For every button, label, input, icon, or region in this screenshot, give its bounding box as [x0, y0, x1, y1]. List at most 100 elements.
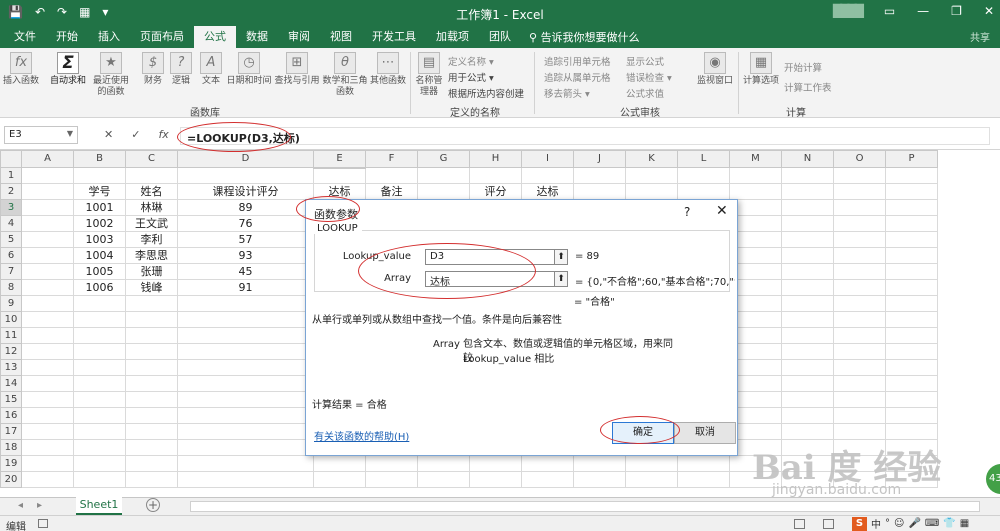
cell[interactable] [521, 455, 574, 472]
cell[interactable] [885, 199, 938, 216]
cell[interactable] [21, 263, 74, 280]
tell-me-box[interactable]: ⚲ 告诉我你想要做什么 [529, 27, 640, 48]
cell[interactable]: 李利 [125, 231, 178, 248]
cell[interactable]: 李思思 [125, 247, 178, 264]
cell[interactable] [73, 375, 126, 392]
cell[interactable] [677, 183, 730, 200]
page-layout-view-icon[interactable] [823, 519, 834, 529]
cell[interactable] [73, 407, 126, 424]
cell[interactable] [781, 231, 834, 248]
cell[interactable] [125, 327, 178, 344]
cell[interactable] [885, 343, 938, 360]
row-header[interactable]: 20 [0, 471, 22, 488]
row-header[interactable]: 16 [0, 407, 22, 424]
cell[interactable]: 91 [177, 279, 314, 296]
column-header[interactable]: H [469, 150, 522, 168]
column-header[interactable]: L [677, 150, 730, 168]
cell[interactable]: 89 [177, 199, 314, 216]
column-header[interactable]: E [313, 150, 366, 169]
cell[interactable]: 1001 [73, 199, 126, 216]
cell[interactable] [573, 183, 626, 200]
cell[interactable] [833, 423, 886, 440]
cell[interactable] [729, 183, 782, 200]
cell[interactable] [125, 295, 178, 312]
cell[interactable] [781, 279, 834, 296]
cell[interactable] [125, 359, 178, 376]
cell[interactable] [73, 327, 126, 344]
cell[interactable]: 林琳 [125, 199, 178, 216]
restore-icon[interactable]: ❐ [951, 4, 962, 18]
cell[interactable] [677, 167, 730, 184]
cell[interactable] [21, 423, 74, 440]
cell[interactable] [677, 471, 730, 488]
row-header[interactable]: 6 [0, 247, 22, 264]
close-window-icon[interactable]: ✕ [984, 4, 994, 18]
cell[interactable] [125, 167, 178, 184]
cell[interactable] [469, 471, 522, 488]
emoji-icon[interactable]: ☺ [894, 518, 904, 529]
cell[interactable] [177, 455, 314, 472]
row-header[interactable]: 19 [0, 455, 22, 472]
cell[interactable]: 1002 [73, 215, 126, 232]
define-name-button[interactable]: 定义名称 ▾ [448, 54, 494, 68]
calculate-now-button[interactable]: 开始计算 [784, 60, 822, 74]
cancel-button[interactable]: 取消 [674, 422, 736, 444]
column-header[interactable]: C [125, 150, 178, 168]
cell[interactable] [625, 167, 678, 184]
cell[interactable] [781, 343, 834, 360]
cell[interactable] [73, 423, 126, 440]
cell[interactable] [125, 343, 178, 360]
cell[interactable] [625, 471, 678, 488]
cell[interactable]: 57 [177, 231, 314, 248]
cell[interactable] [125, 455, 178, 472]
cell[interactable] [781, 311, 834, 328]
cell[interactable] [21, 247, 74, 264]
calculate-sheet-button[interactable]: 计算工作表 [784, 80, 832, 94]
cell[interactable] [885, 247, 938, 264]
cell[interactable] [781, 215, 834, 232]
cell[interactable] [781, 167, 834, 184]
column-header[interactable]: B [73, 150, 126, 168]
cell[interactable] [177, 471, 314, 488]
trace-dependents-button[interactable]: 追踪从属单元格 [544, 70, 611, 84]
cell[interactable]: 评分 [469, 183, 522, 200]
cell[interactable]: 姓名 [125, 183, 178, 200]
skin-icon[interactable]: 👕 [943, 518, 955, 529]
cell[interactable] [885, 167, 938, 184]
tab-formulas[interactable]: 公式 [194, 26, 236, 48]
autosum-button[interactable]: Σ 自动求和 [48, 52, 88, 87]
toolbox-icon[interactable]: ▦ [960, 518, 969, 529]
cell[interactable] [833, 263, 886, 280]
ime-chinese[interactable]: 中 [871, 516, 881, 531]
cell[interactable] [885, 375, 938, 392]
watch-window-button[interactable]: ◉ 监视窗口 [696, 52, 734, 87]
cell[interactable] [885, 407, 938, 424]
cell[interactable] [125, 311, 178, 328]
undo-icon[interactable]: ↶ [35, 5, 45, 19]
use-in-formula-button[interactable]: 用于公式 ▾ [448, 70, 494, 84]
tab-home[interactable]: 开始 [46, 26, 88, 48]
cell[interactable] [833, 391, 886, 408]
cell[interactable]: 1004 [73, 247, 126, 264]
tab-file[interactable]: 文件 [4, 26, 46, 48]
cell[interactable] [417, 455, 470, 472]
cell[interactable] [833, 311, 886, 328]
cell[interactable] [885, 423, 938, 440]
ribbon-display-icon[interactable]: ▭ [884, 4, 895, 18]
sogou-icon[interactable]: S [852, 516, 867, 531]
cell[interactable] [73, 343, 126, 360]
cell[interactable] [781, 295, 834, 312]
row-header[interactable]: 7 [0, 263, 22, 280]
calculation-options-button[interactable]: ▦ 计算选项 [742, 52, 780, 87]
cell[interactable] [833, 279, 886, 296]
collapse-ref-icon[interactable]: ⬆ [554, 271, 568, 287]
name-box[interactable]: E3 ▼ [4, 126, 78, 144]
column-header[interactable]: J [573, 150, 626, 168]
column-header[interactable]: P [885, 150, 938, 168]
column-header[interactable]: O [833, 150, 886, 168]
row-header[interactable]: 14 [0, 375, 22, 392]
cell[interactable] [885, 231, 938, 248]
lookup-reference-button[interactable]: ⊞ 查找与引用 [274, 52, 320, 87]
date-time-button[interactable]: ◷ 日期和时间 [226, 52, 272, 87]
chevron-down-icon[interactable]: ▼ [67, 129, 73, 138]
